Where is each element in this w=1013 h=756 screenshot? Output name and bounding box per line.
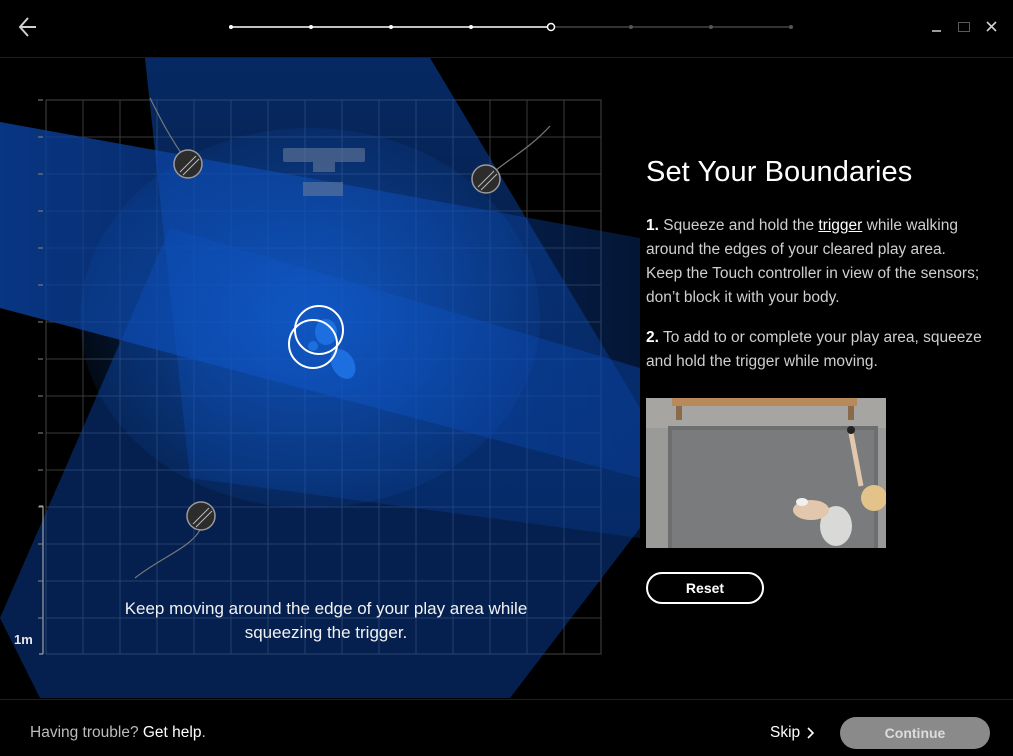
progress-step	[389, 25, 393, 29]
maximize-icon	[958, 22, 970, 32]
instruction-step-2: 2. To add to or complete your play area,…	[646, 326, 986, 374]
page-title: Set Your Boundaries	[646, 156, 913, 188]
progress-step	[309, 25, 313, 29]
step-1-number: 1.	[646, 217, 659, 234]
progress-step	[709, 25, 713, 29]
chevron-right-icon	[807, 727, 815, 739]
reset-button[interactable]: Reset	[646, 572, 764, 604]
person-walking-boundary-illustration	[646, 398, 886, 548]
progress-step	[229, 25, 233, 29]
step-2-text: To add to or complete your play area, sq…	[646, 329, 982, 370]
help-text: Having trouble? Get help.	[30, 724, 206, 742]
progress-step	[629, 25, 633, 29]
progress-step	[469, 25, 473, 29]
progress-step-current	[546, 22, 556, 32]
arrow-left-icon	[18, 17, 36, 37]
minimize-icon	[932, 30, 941, 32]
help-prompt: Having trouble?	[30, 724, 143, 741]
instruction-photo	[646, 398, 886, 548]
close-icon	[986, 21, 997, 32]
play-area-hint: Keep moving around the edge of your play…	[124, 599, 528, 642]
scale-label: 1m	[14, 632, 33, 647]
step-1-text-a: Squeeze and hold the	[658, 217, 819, 234]
title-bar	[0, 0, 1013, 58]
close-button[interactable]	[981, 16, 1003, 38]
minimize-button[interactable]	[926, 16, 948, 38]
play-area-canvas: 1m Keep moving around the edge of your p…	[0, 58, 640, 698]
progress-step	[789, 25, 793, 29]
continue-button[interactable]: Continue	[840, 717, 990, 749]
setup-progress-indicator	[229, 22, 793, 32]
skip-button[interactable]: Skip	[770, 724, 800, 742]
footer: Having trouble? Get help. Skip Continue	[0, 699, 1013, 756]
back-button[interactable]	[14, 12, 46, 42]
get-help-link[interactable]: Get help	[143, 724, 202, 741]
trigger-link[interactable]: trigger	[818, 217, 862, 234]
instruction-step-1: 1. Squeeze and hold the trigger while wa…	[646, 214, 986, 310]
help-period: .	[201, 724, 206, 741]
maximize-button[interactable]	[953, 16, 975, 38]
step-2-number: 2.	[646, 329, 659, 346]
